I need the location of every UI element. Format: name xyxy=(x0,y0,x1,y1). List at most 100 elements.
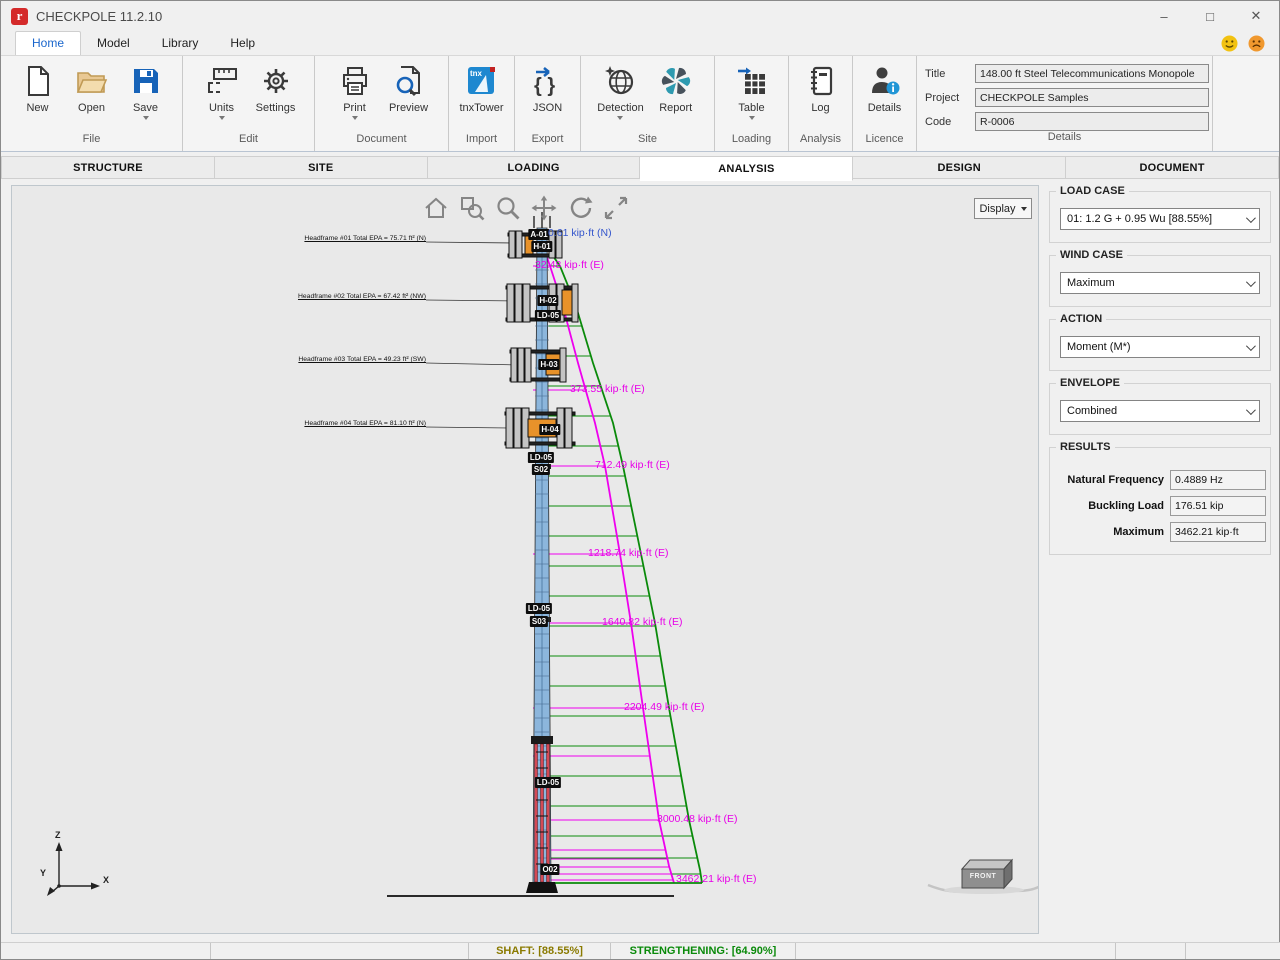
tnxtower-button[interactable]: tnx tnxTower xyxy=(455,60,507,114)
detection-dropdown-arrow-icon[interactable] xyxy=(617,116,624,120)
open-button[interactable]: Open xyxy=(66,60,118,114)
status-cell xyxy=(796,943,1116,959)
save-floppy-icon xyxy=(130,63,162,99)
action-group: ACTION Moment (M*) xyxy=(1049,313,1271,371)
ribbon-group-details: Title 148.00 ft Steel Telecommunications… xyxy=(917,56,1213,151)
details-button[interactable]: Details xyxy=(859,60,911,114)
ribbon-group-document: Print Preview Document xyxy=(315,56,449,151)
new-button[interactable]: New xyxy=(12,60,64,114)
menu-home[interactable]: Home xyxy=(15,31,82,55)
tab-analysis[interactable]: ANALYSIS xyxy=(640,156,854,181)
app-window: r CHECKPOLE 11.2.10 – □ ✕ Home Model Lib… xyxy=(0,0,1280,960)
load-case-group: LOAD CASE 01: 1.2 G + 0.95 Wu [88.55%] xyxy=(1049,185,1271,243)
envelope-select[interactable]: Combined xyxy=(1060,400,1260,422)
load-case-select[interactable]: 01: 1.2 G + 0.95 Wu [88.55%] xyxy=(1060,208,1260,230)
project-field[interactable]: CHECKPOLE Samples xyxy=(975,88,1209,107)
print-dropdown-arrow-icon[interactable] xyxy=(351,116,358,120)
zoom-window-button[interactable] xyxy=(458,194,485,221)
headframe-4-callout: Headframe #04 Total EPA = 81.10 ft² (N) xyxy=(304,420,426,427)
new-document-icon xyxy=(22,63,54,99)
moment-label: 1218.74 kip·ft (E) xyxy=(588,547,669,559)
ribbon: New Open Save File Units Settings Edit P… xyxy=(1,56,1279,152)
units-dropdown-arrow-icon[interactable] xyxy=(218,116,225,120)
ribbon-group-export: { } JSON Export xyxy=(515,56,581,151)
print-button[interactable]: Print xyxy=(329,60,381,120)
menu-help[interactable]: Help xyxy=(214,32,271,55)
log-button[interactable]: Log xyxy=(795,60,847,114)
model-canvas[interactable]: Display Headframe #01 Total EPA = 75.71 … xyxy=(11,185,1039,934)
home-view-button[interactable] xyxy=(422,194,449,221)
sad-feedback-icon[interactable] xyxy=(1248,35,1265,52)
maximize-button[interactable]: □ xyxy=(1187,1,1233,31)
menu-library[interactable]: Library xyxy=(146,32,215,55)
strengthening-rods xyxy=(534,743,550,883)
moment-envelope-combined xyxy=(543,242,703,884)
axis-z-label: Z xyxy=(55,830,61,840)
happy-feedback-icon[interactable] xyxy=(1221,35,1238,52)
fullscreen-button[interactable] xyxy=(602,194,629,221)
envelope-group: ENVELOPE Combined xyxy=(1049,377,1271,435)
moment-label-north: 0.61 kip·ft (N) xyxy=(548,227,612,239)
moment-label: 3000.48 kip·ft (E) xyxy=(657,813,738,825)
action-label: ACTION xyxy=(1056,313,1107,325)
pole-tag: S03 xyxy=(529,616,549,627)
chevron-down-icon xyxy=(1245,340,1256,351)
chevron-down-icon xyxy=(1245,212,1256,223)
ribbon-spacer xyxy=(1213,56,1279,151)
ribbon-group-loading: Table Loading xyxy=(715,56,789,151)
wind-case-select[interactable]: Maximum xyxy=(1060,272,1260,294)
close-button[interactable]: ✕ xyxy=(1233,1,1279,31)
title-field[interactable]: 148.00 ft Steel Telecommunications Monop… xyxy=(975,64,1209,83)
json-button[interactable]: { } JSON xyxy=(522,60,574,114)
results-label: RESULTS xyxy=(1056,441,1115,453)
settings-button[interactable]: Settings xyxy=(250,60,302,114)
json-braces-icon: { } xyxy=(531,63,565,99)
results-group: RESULTS Natural Frequency 0.4889 Hz Buck… xyxy=(1049,441,1271,555)
pole-tag: LD-05 xyxy=(534,310,562,321)
tab-site[interactable]: SITE xyxy=(214,156,428,179)
view-tabs: STRUCTURE SITE LOADING ANALYSIS DESIGN D… xyxy=(1,152,1279,181)
save-dropdown-arrow-icon[interactable] xyxy=(142,116,149,120)
callout-leaders xyxy=(425,241,520,429)
tab-loading[interactable]: LOADING xyxy=(427,156,641,179)
ribbon-group-edit: Units Settings Edit xyxy=(183,56,315,151)
report-button[interactable]: Report xyxy=(650,60,702,114)
group-label-file: File xyxy=(82,133,101,145)
table-button[interactable]: Table xyxy=(726,60,778,120)
svg-text:{ }: { } xyxy=(534,75,555,97)
buckling-load-value: 176.51 kip xyxy=(1170,496,1266,516)
pole-tag: LD-05 xyxy=(534,777,562,788)
pole-tag: O02 xyxy=(540,864,560,875)
tab-structure[interactable]: STRUCTURE xyxy=(1,156,215,179)
group-label-document: Document xyxy=(356,133,407,145)
tab-document[interactable]: DOCUMENT xyxy=(1066,156,1279,179)
canvas-toolbar xyxy=(422,194,629,221)
group-label-licence: Licence xyxy=(865,133,904,145)
detection-globe-icon xyxy=(603,63,637,99)
moment-label: 2204.49 kip·ft (E) xyxy=(624,701,705,713)
zoom-button[interactable] xyxy=(494,194,521,221)
code-field[interactable]: R-0006 xyxy=(975,112,1209,131)
title-field-label: Title xyxy=(925,67,946,80)
moment-envelope-east xyxy=(541,242,675,884)
tab-design[interactable]: DESIGN xyxy=(853,156,1067,179)
load-case-label: LOAD CASE xyxy=(1056,185,1129,197)
chevron-down-icon xyxy=(1245,276,1256,287)
display-dropdown-button[interactable]: Display xyxy=(974,198,1032,219)
preview-button[interactable]: Preview xyxy=(383,60,435,114)
minimize-button[interactable]: – xyxy=(1141,1,1187,31)
action-select[interactable]: Moment (M*) xyxy=(1060,336,1260,358)
axis-triad xyxy=(47,842,100,896)
units-button[interactable]: Units xyxy=(196,60,248,120)
rotate-reset-button[interactable] xyxy=(566,194,593,221)
save-button[interactable]: Save xyxy=(120,60,172,120)
menu-model[interactable]: Model xyxy=(81,32,146,55)
table-dropdown-arrow-icon[interactable] xyxy=(748,116,755,120)
base-flange xyxy=(526,882,558,893)
title-bar: r CHECKPOLE 11.2.10 – □ ✕ xyxy=(1,1,1279,31)
detection-button[interactable]: Detection xyxy=(593,60,647,120)
moment-label: 1640.82 kip·ft (E) xyxy=(602,616,683,628)
pole-tag: S02 xyxy=(531,464,551,475)
pan-button[interactable] xyxy=(530,194,557,221)
licence-details-icon xyxy=(869,63,901,99)
